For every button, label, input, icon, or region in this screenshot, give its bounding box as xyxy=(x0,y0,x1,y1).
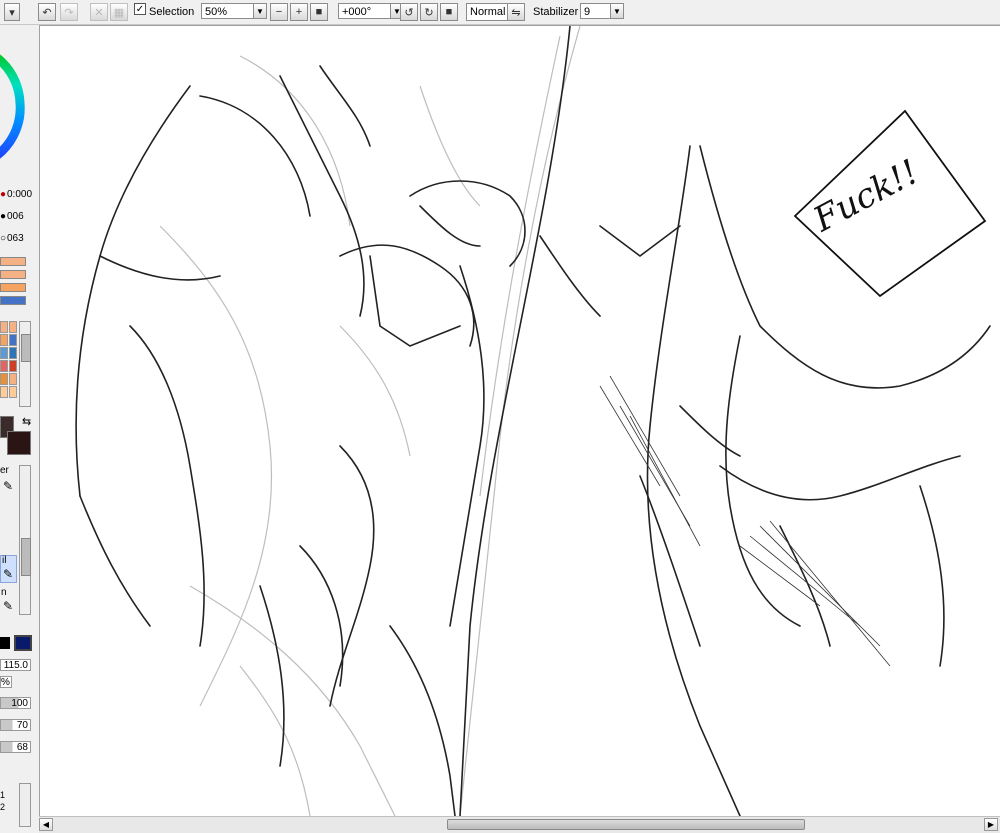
density-bar-3[interactable]: 68 xyxy=(0,741,31,753)
rotate-cw-button[interactable]: ↻ xyxy=(420,3,438,21)
blend-mode-button[interactable]: Normal xyxy=(466,3,510,21)
background-color[interactable] xyxy=(7,431,31,455)
selection-label: Selection xyxy=(149,6,195,18)
flip-icon: ⇋ xyxy=(511,6,521,19)
brush-icon[interactable]: ✎ xyxy=(3,599,13,613)
palette-swatch[interactable] xyxy=(9,321,17,333)
palette-swatch[interactable] xyxy=(9,334,17,346)
drawing-canvas[interactable]: Fuck!! xyxy=(39,25,1000,816)
brush-shape-square[interactable] xyxy=(14,635,32,651)
color-swatch[interactable] xyxy=(0,283,26,292)
chevron-left-icon: ◀ xyxy=(42,820,50,829)
palette-swatch[interactable] xyxy=(9,373,17,385)
nav-indicator-icon: ○ xyxy=(0,233,7,244)
chevron-right-icon: ▶ xyxy=(987,820,995,829)
undo-button[interactable]: ↶ xyxy=(38,3,56,21)
zoom-select[interactable]: 50% ▼ xyxy=(201,3,267,19)
percent-label: % xyxy=(0,676,12,688)
nav-value-2: 006 xyxy=(7,211,24,222)
rotate-ccw-button[interactable]: ↺ xyxy=(400,3,418,21)
density-bar-2[interactable]: 70 xyxy=(0,719,31,731)
palette-swatch[interactable] xyxy=(9,360,17,372)
brush-size-field[interactable]: 115.0 xyxy=(0,659,31,671)
bottom-value-1: 1 xyxy=(0,790,6,800)
zoom-in-button[interactable]: + xyxy=(290,3,308,21)
palette-swatch[interactable] xyxy=(9,386,17,398)
zoom-out-button[interactable]: − xyxy=(270,3,288,21)
redo-icon: ↷ xyxy=(64,6,74,19)
plus-icon: + xyxy=(295,6,303,18)
color-wheel[interactable] xyxy=(0,25,38,175)
bottom-value-2: 2 xyxy=(0,802,6,812)
minus-icon: − xyxy=(275,6,283,18)
nav-indicator-icon: ● xyxy=(0,211,7,222)
deselect-button[interactable]: ✕ xyxy=(90,3,108,21)
invert-selection-button[interactable]: ▦ xyxy=(110,3,128,21)
tool-label-pencil: il xyxy=(2,555,7,566)
palette-swatch[interactable] xyxy=(0,321,8,333)
menu-dropdown-button[interactable]: ▾ xyxy=(4,3,20,21)
rotate-cw-icon: ↻ xyxy=(424,6,434,19)
square-icon: ■ xyxy=(315,6,323,18)
palette-swatch[interactable] xyxy=(0,360,8,372)
bottom-scrollbar[interactable] xyxy=(19,783,31,827)
chevron-down-icon: ▾ xyxy=(9,6,15,19)
rotate-ccw-icon: ↺ xyxy=(404,6,414,19)
redo-button[interactable]: ↷ xyxy=(60,3,78,21)
square-icon: ■ xyxy=(445,6,453,18)
nav-indicator-icon: ● xyxy=(0,189,7,200)
scrollbar-thumb[interactable] xyxy=(447,819,805,830)
tool-label-pen: n xyxy=(1,587,7,598)
line-art xyxy=(75,26,991,816)
grid-icon: ▦ xyxy=(113,6,125,19)
stabilizer-select[interactable]: 9 ▼ xyxy=(580,3,624,19)
chevron-down-icon: ▼ xyxy=(610,3,624,19)
palette-swatch[interactable] xyxy=(9,347,17,359)
rotation-select[interactable]: +000° ▼ xyxy=(338,3,404,19)
palette-swatch[interactable] xyxy=(0,334,8,346)
brush-shape-round[interactable] xyxy=(0,637,10,649)
palette-swatch[interactable] xyxy=(0,347,8,359)
zoom-reset-button[interactable]: ■ xyxy=(310,3,328,21)
rotate-reset-button[interactable]: ■ xyxy=(440,3,458,21)
palette-swatch[interactable] xyxy=(0,386,8,398)
palette-swatch[interactable] xyxy=(0,373,8,385)
toolbar: ▾ ↶ ↷ ✕ ▦ ✓ Selection 50% ▼ − + ■ +000° … xyxy=(0,0,1000,25)
tool-label-eraser: er xyxy=(0,465,9,476)
left-panel: ● 0:000 ● 006 ○ 063 ⇆ er ✎ il ✎ n ✎ 115.… xyxy=(0,25,38,833)
nav-value-1: 0:000 xyxy=(7,189,33,200)
color-swatch[interactable] xyxy=(0,270,26,279)
pencil-icon: ✎ xyxy=(3,567,14,581)
undo-icon: ↶ xyxy=(42,6,52,19)
tool-scrollbar[interactable] xyxy=(19,465,31,615)
scroll-left-button[interactable]: ◀ xyxy=(39,818,53,831)
color-swatch[interactable] xyxy=(0,257,26,266)
scroll-right-button[interactable]: ▶ xyxy=(984,818,998,831)
swap-colors-icon[interactable]: ⇆ xyxy=(22,415,31,428)
color-swatch[interactable] xyxy=(0,296,26,305)
horizontal-scrollbar[interactable]: ◀ ▶ xyxy=(39,816,1000,833)
palette-grid xyxy=(0,321,18,401)
deselect-icon: ✕ xyxy=(94,6,104,19)
palette-scrollbar[interactable] xyxy=(19,321,31,407)
stabilizer-label: Stabilizer xyxy=(533,6,579,18)
pen-icon[interactable]: ✎ xyxy=(3,479,13,493)
selection-checkbox[interactable]: ✓ xyxy=(134,3,146,15)
nav-value-3: 063 xyxy=(7,233,24,244)
density-bar-1[interactable]: 100 xyxy=(0,697,31,709)
flip-button[interactable]: ⇋ xyxy=(507,3,525,21)
chevron-down-icon: ▼ xyxy=(253,3,267,19)
